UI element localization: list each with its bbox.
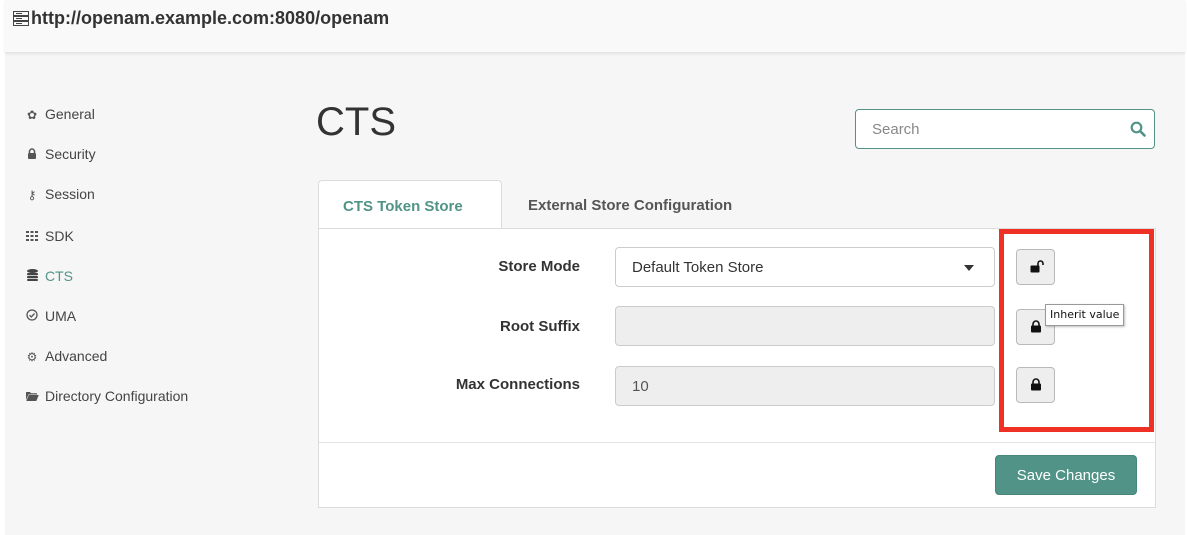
unlock-icon: [1030, 260, 1044, 273]
address-url[interactable]: http://openam.example.com:8080/openam: [31, 8, 389, 29]
save-changes-button[interactable]: Save Changes: [995, 455, 1137, 495]
key-icon: ⚷: [27, 188, 37, 202]
server-icon: [13, 11, 29, 26]
sidebar-item-general[interactable]: ✿ General: [25, 106, 95, 128]
address-bar: http://openam.example.com:8080/openam: [5, 0, 1185, 53]
store-mode-label: Store Mode: [498, 258, 580, 275]
max-connections-lock-button[interactable]: [1016, 367, 1055, 403]
sidebar-item-security[interactable]: Security: [25, 146, 96, 168]
lock-icon: [25, 148, 39, 162]
root-suffix-input[interactable]: [615, 306, 995, 346]
sidebar-item-label: Session: [45, 186, 95, 202]
sidebar-item-directory-configuration[interactable]: Directory Configuration: [25, 388, 188, 410]
sidebar-item-label: Directory Configuration: [45, 388, 189, 404]
folder-open-icon: [25, 390, 39, 404]
tab-cts-token-store[interactable]: CTS Token Store: [318, 180, 502, 229]
max-connections-input[interactable]: [615, 366, 995, 406]
max-connections-label: Max Connections: [455, 376, 580, 393]
search-input[interactable]: [856, 110, 1138, 148]
root-suffix-label: Root Suffix: [500, 318, 580, 335]
store-mode-select[interactable]: Default Token Store: [615, 247, 995, 287]
gear-icon: ✿: [26, 108, 38, 122]
sidebar-item-label: UMA: [45, 308, 77, 324]
lock-icon: [1031, 378, 1041, 391]
cogs-icon: ⚙: [26, 350, 38, 364]
caret-down-icon: [964, 265, 974, 271]
sidebar-item-uma[interactable]: UMA: [25, 308, 76, 330]
sidebar-item-label: CTS: [45, 268, 73, 284]
sidebar-item-session[interactable]: ⚷ Session: [25, 186, 95, 208]
tab-external-store-configuration[interactable]: External Store Configuration: [528, 180, 732, 229]
sidebar-item-label: General: [45, 106, 95, 122]
sidebar-item-advanced[interactable]: ⚙ Advanced: [25, 348, 108, 370]
check-circle-icon: [25, 309, 39, 324]
database-icon: [25, 269, 39, 284]
grid-icon: [25, 230, 39, 244]
sidebar-item-label: SDK: [45, 228, 74, 244]
sidebar-item-sdk[interactable]: SDK: [25, 228, 74, 250]
page-title: CTS: [316, 100, 396, 144]
search-icon[interactable]: [1130, 121, 1146, 137]
sidebar-item-cts[interactable]: CTS: [25, 268, 73, 290]
sidebar-item-label: Security: [45, 146, 96, 162]
lock-icon: [1031, 320, 1041, 333]
search-box: [855, 109, 1155, 149]
inherit-value-tooltip: Inherit value: [1045, 304, 1125, 326]
sidebar-item-label: Advanced: [45, 348, 108, 364]
store-mode-value: Default Token Store: [632, 259, 764, 276]
store-mode-lock-button[interactable]: [1016, 249, 1055, 285]
